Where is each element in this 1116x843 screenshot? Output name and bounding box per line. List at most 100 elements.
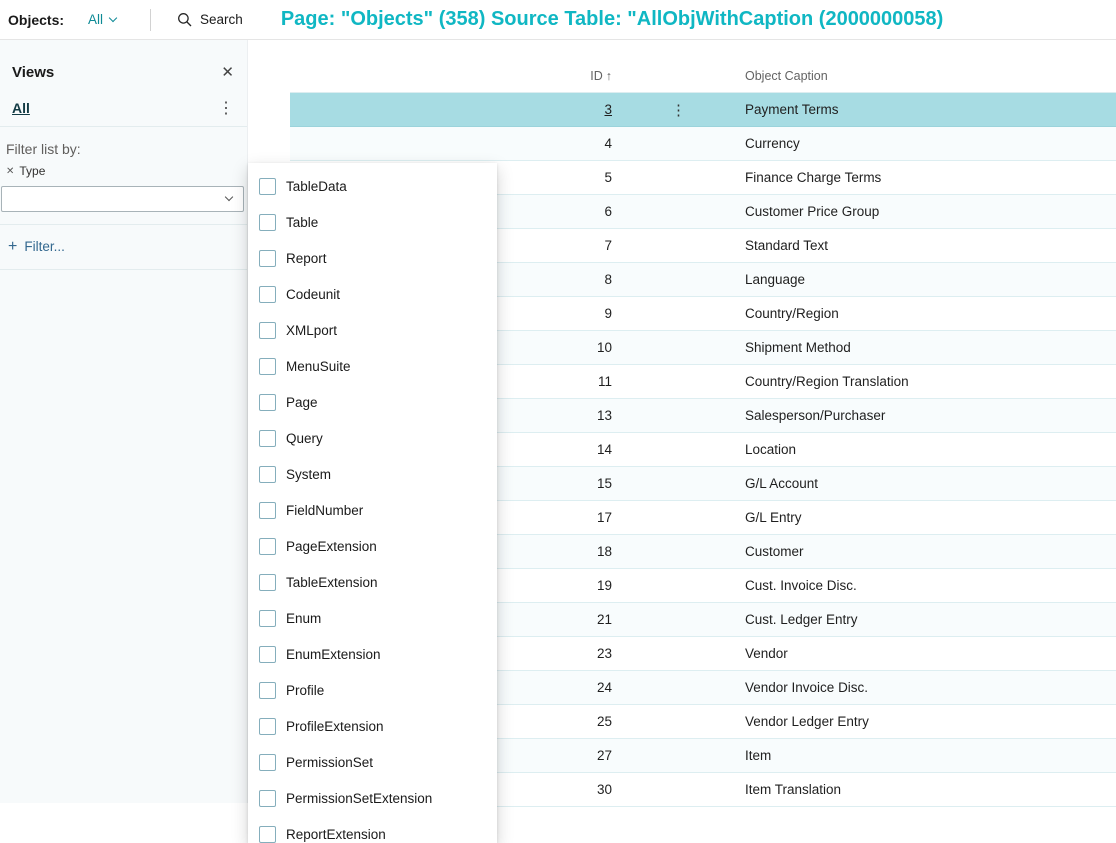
type-option-label: EnumExtension: [286, 646, 381, 662]
object-id-link[interactable]: 3: [604, 102, 612, 117]
object-id-link[interactable]: 27: [597, 748, 612, 763]
object-id-link[interactable]: 11: [598, 374, 612, 389]
type-option-label: Profile: [286, 682, 325, 698]
object-caption: G/L Entry: [745, 510, 802, 525]
scope-value: All: [88, 12, 104, 27]
type-option-system[interactable]: System: [248, 456, 497, 492]
object-id-link[interactable]: 19: [597, 578, 612, 593]
active-filter-chip: ✕ Type: [0, 163, 247, 184]
checkbox-unchecked-icon[interactable]: [259, 717, 276, 735]
type-option-pageextension[interactable]: PageExtension: [248, 528, 497, 564]
type-option-label: MenuSuite: [286, 358, 351, 374]
table-row[interactable]: 4 Currency: [290, 127, 1116, 161]
object-id-link[interactable]: 7: [604, 238, 612, 253]
object-caption: Cust. Ledger Entry: [745, 612, 858, 627]
type-option-codeunit[interactable]: Codeunit: [248, 276, 497, 312]
object-caption: Language: [745, 272, 806, 287]
checkbox-unchecked-icon[interactable]: [259, 609, 276, 627]
row-context-menu-icon[interactable]: ⋮: [671, 101, 686, 119]
checkbox-unchecked-icon[interactable]: [259, 249, 276, 267]
checkbox-unchecked-icon[interactable]: [259, 357, 276, 375]
type-option-enum[interactable]: Enum: [248, 600, 497, 636]
object-id-link[interactable]: 13: [597, 408, 612, 423]
object-caption: Customer Price Group: [745, 204, 880, 219]
column-header-id[interactable]: ID ↑: [290, 69, 612, 83]
object-id-link[interactable]: 15: [597, 476, 612, 491]
type-option-query[interactable]: Query: [248, 420, 497, 456]
checkbox-unchecked-icon[interactable]: [259, 393, 276, 411]
object-caption: Country/Region: [745, 306, 839, 321]
column-header-caption[interactable]: Object Caption: [745, 69, 1116, 83]
type-option-reportextension[interactable]: ReportExtension: [248, 816, 497, 843]
type-option-tabledata[interactable]: TableData: [248, 168, 497, 204]
add-filter-button[interactable]: + Filter...: [0, 225, 247, 269]
object-caption: Currency: [745, 136, 800, 151]
type-option-menusuite[interactable]: MenuSuite: [248, 348, 497, 384]
type-option-permissionsetextension[interactable]: PermissionSetExtension: [248, 780, 497, 816]
type-option-profile[interactable]: Profile: [248, 672, 497, 708]
close-icon[interactable]: ✕: [217, 61, 238, 83]
type-option-fieldnumber[interactable]: FieldNumber: [248, 492, 497, 528]
object-id-link[interactable]: 23: [597, 646, 612, 661]
object-caption: G/L Account: [745, 476, 819, 491]
add-filter-label: Filter...: [24, 239, 65, 254]
object-id-link[interactable]: 17: [597, 510, 612, 525]
filter-list-by-label: Filter list by:: [6, 141, 81, 157]
checkbox-unchecked-icon[interactable]: [259, 753, 276, 771]
object-id-link[interactable]: 9: [604, 306, 612, 321]
type-filter-combobox[interactable]: [1, 186, 244, 212]
type-option-table[interactable]: Table: [248, 204, 497, 240]
checkbox-unchecked-icon[interactable]: [259, 537, 276, 555]
object-caption: Salesperson/Purchaser: [745, 408, 886, 423]
object-id-link[interactable]: 30: [597, 782, 612, 797]
checkbox-unchecked-icon[interactable]: [259, 789, 276, 807]
checkbox-unchecked-icon[interactable]: [259, 465, 276, 483]
sort-ascending-icon: ↑: [605, 69, 612, 83]
object-id-link[interactable]: 14: [597, 442, 612, 457]
row-menu-cell: ⋮: [612, 101, 745, 119]
divider: [150, 8, 152, 31]
search-button[interactable]: Search: [177, 12, 243, 27]
search-label: Search: [200, 12, 243, 27]
checkbox-unchecked-icon[interactable]: [259, 681, 276, 699]
checkbox-unchecked-icon[interactable]: [259, 501, 276, 519]
object-caption: Country/Region Translation: [745, 374, 909, 389]
filter-chip-label: Type: [19, 164, 46, 178]
checkbox-unchecked-icon[interactable]: [259, 321, 276, 339]
object-id-link[interactable]: 18: [597, 544, 612, 559]
views-more-options-icon[interactable]: ⋮: [214, 98, 238, 118]
checkbox-unchecked-icon[interactable]: [259, 177, 276, 195]
checkbox-unchecked-icon[interactable]: [259, 825, 276, 843]
type-option-tableextension[interactable]: TableExtension: [248, 564, 497, 600]
type-option-page[interactable]: Page: [248, 384, 497, 420]
type-option-label: PermissionSet: [286, 754, 374, 770]
object-caption: Item: [745, 748, 772, 763]
checkbox-unchecked-icon[interactable]: [259, 573, 276, 591]
objects-scope-dropdown[interactable]: All: [88, 12, 118, 27]
object-id-link[interactable]: 10: [597, 340, 612, 355]
object-id-link[interactable]: 21: [597, 612, 612, 627]
checkbox-unchecked-icon[interactable]: [259, 429, 276, 447]
object-id-link[interactable]: 24: [597, 680, 612, 695]
type-option-label: TableData: [286, 178, 347, 194]
chevron-down-icon: [108, 13, 118, 22]
type-option-xmlport[interactable]: XMLport: [248, 312, 497, 348]
view-all-link[interactable]: All: [12, 100, 30, 116]
checkbox-unchecked-icon[interactable]: [259, 285, 276, 303]
object-id-link[interactable]: 25: [597, 714, 612, 729]
object-id-link[interactable]: 5: [604, 170, 612, 185]
table-row[interactable]: 3 ⋮ Payment Terms: [290, 93, 1116, 127]
type-option-enumextension[interactable]: EnumExtension: [248, 636, 497, 672]
type-option-label: ReportExtension: [286, 826, 386, 842]
object-caption: Customer: [745, 544, 804, 559]
object-caption: Item Translation: [745, 782, 842, 797]
object-id-link[interactable]: 6: [604, 204, 612, 219]
type-option-permissionset[interactable]: PermissionSet: [248, 744, 497, 780]
type-option-report[interactable]: Report: [248, 240, 497, 276]
checkbox-unchecked-icon[interactable]: [259, 213, 276, 231]
remove-filter-icon[interactable]: ✕: [6, 166, 14, 177]
type-option-profileextension[interactable]: ProfileExtension: [248, 708, 497, 744]
object-id-link[interactable]: 8: [604, 272, 612, 287]
object-id-link[interactable]: 4: [604, 136, 612, 151]
checkbox-unchecked-icon[interactable]: [259, 645, 276, 663]
